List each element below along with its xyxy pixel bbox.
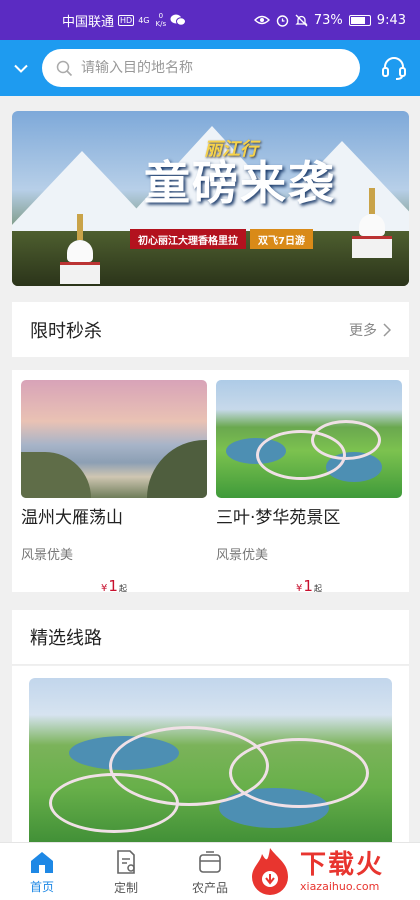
- watermark-text: 下载火 xiazaihuo.com: [300, 850, 384, 893]
- price-value: 1: [108, 577, 118, 595]
- banner-caption-left: 初心丽江大理香格里拉: [130, 229, 246, 249]
- alarm-icon: [276, 14, 289, 27]
- banner-caption: 初心丽江大理香格里拉 双飞7日游: [130, 229, 313, 249]
- search-box[interactable]: [42, 49, 360, 87]
- status-icons: 73% 9:43: [253, 12, 406, 28]
- mute-icon: [295, 14, 308, 26]
- home-icon: [31, 851, 53, 873]
- banner-title: 童磅来袭: [144, 156, 336, 210]
- tab-label: 首页: [29, 879, 54, 894]
- flash-sale-title: 限时秒杀: [30, 320, 102, 342]
- customer-service-button[interactable]: [368, 40, 420, 96]
- wechat-icon: [170, 14, 187, 26]
- network-speed: 0 K/s: [156, 12, 167, 28]
- featured-routes-title: 精选线路: [30, 628, 102, 649]
- eye-icon: [253, 15, 270, 25]
- promo-banner[interactable]: 丽江行 童磅来袭 初心丽江大理香格里拉 双飞7日游: [12, 111, 409, 286]
- product-card[interactable]: 三叶·梦华苑景区 风景优美 ¥1起: [216, 380, 402, 595]
- carrier-name: 中国联通: [62, 14, 115, 30]
- product-card[interactable]: 温州大雁荡山 风景优美 ¥1起: [21, 380, 207, 595]
- product-price: ¥1起: [216, 577, 402, 595]
- featured-routes-header: 精选线路: [12, 610, 409, 665]
- route-card-image[interactable]: [29, 678, 392, 846]
- network-type: 4G: [138, 15, 150, 25]
- banner-caption-right: 双飞7日游: [250, 229, 313, 249]
- stupa-image: [60, 214, 100, 284]
- watermark-url: xiazaihuo.com: [300, 879, 380, 893]
- top-bar: [0, 40, 420, 96]
- clock: 9:43: [376, 12, 406, 28]
- battery-icon: [348, 14, 371, 26]
- price-unit: 起: [313, 584, 322, 593]
- carrier-group: 中国联通 HD 4G 0 K/s: [62, 11, 187, 30]
- product-name: 温州大雁荡山: [21, 508, 123, 528]
- tab-label: 定制: [113, 880, 138, 895]
- currency: ¥: [101, 583, 108, 594]
- product-image: [216, 380, 402, 498]
- more-label: 更多: [349, 322, 377, 339]
- flash-sale-list: 温州大雁荡山 风景优美 ¥1起 三叶·梦华苑景区 风景优美 ¥1起: [12, 370, 409, 595]
- price-value: 1: [303, 577, 313, 595]
- watermark: 下载火 xiazaihuo.com: [244, 842, 420, 900]
- currency: ¥: [296, 583, 303, 594]
- battery-percent: 73%: [313, 12, 343, 28]
- speed-value: 0: [158, 12, 164, 20]
- produce-icon: [199, 850, 221, 873]
- hd-badge: HD: [118, 14, 135, 26]
- search-icon: [56, 60, 73, 76]
- chevron-down-icon: [14, 64, 28, 73]
- product-name: 三叶·梦华苑景区: [216, 508, 341, 528]
- tab-label: 农产品: [191, 880, 228, 895]
- headset-icon: [382, 57, 406, 80]
- chevron-right-icon: [383, 322, 391, 337]
- speed-unit: K/s: [155, 20, 167, 28]
- more-link[interactable]: 更多: [349, 320, 391, 340]
- watermark-main: 下载火: [300, 849, 385, 880]
- custom-doc-icon: [117, 849, 135, 874]
- tab-custom[interactable]: 定制: [84, 843, 168, 900]
- product-image: [21, 380, 207, 498]
- watermark-logo: [252, 848, 288, 895]
- price-unit: 起: [118, 584, 127, 593]
- product-tag: 风景优美: [21, 548, 74, 563]
- status-bar: 中国联通 HD 4G 0 K/s 73% 9:43: [0, 0, 420, 40]
- featured-routes-list: [12, 666, 409, 846]
- flash-sale-header: 限时秒杀 更多: [12, 302, 409, 357]
- product-tag: 风景优美: [216, 548, 269, 563]
- search-input[interactable]: [81, 60, 321, 76]
- product-price: ¥1起: [21, 577, 207, 595]
- tab-produce[interactable]: 农产品: [168, 843, 252, 900]
- tab-home[interactable]: 首页: [0, 843, 84, 900]
- stupa-image: [352, 188, 392, 258]
- location-dropdown-button[interactable]: [0, 40, 42, 96]
